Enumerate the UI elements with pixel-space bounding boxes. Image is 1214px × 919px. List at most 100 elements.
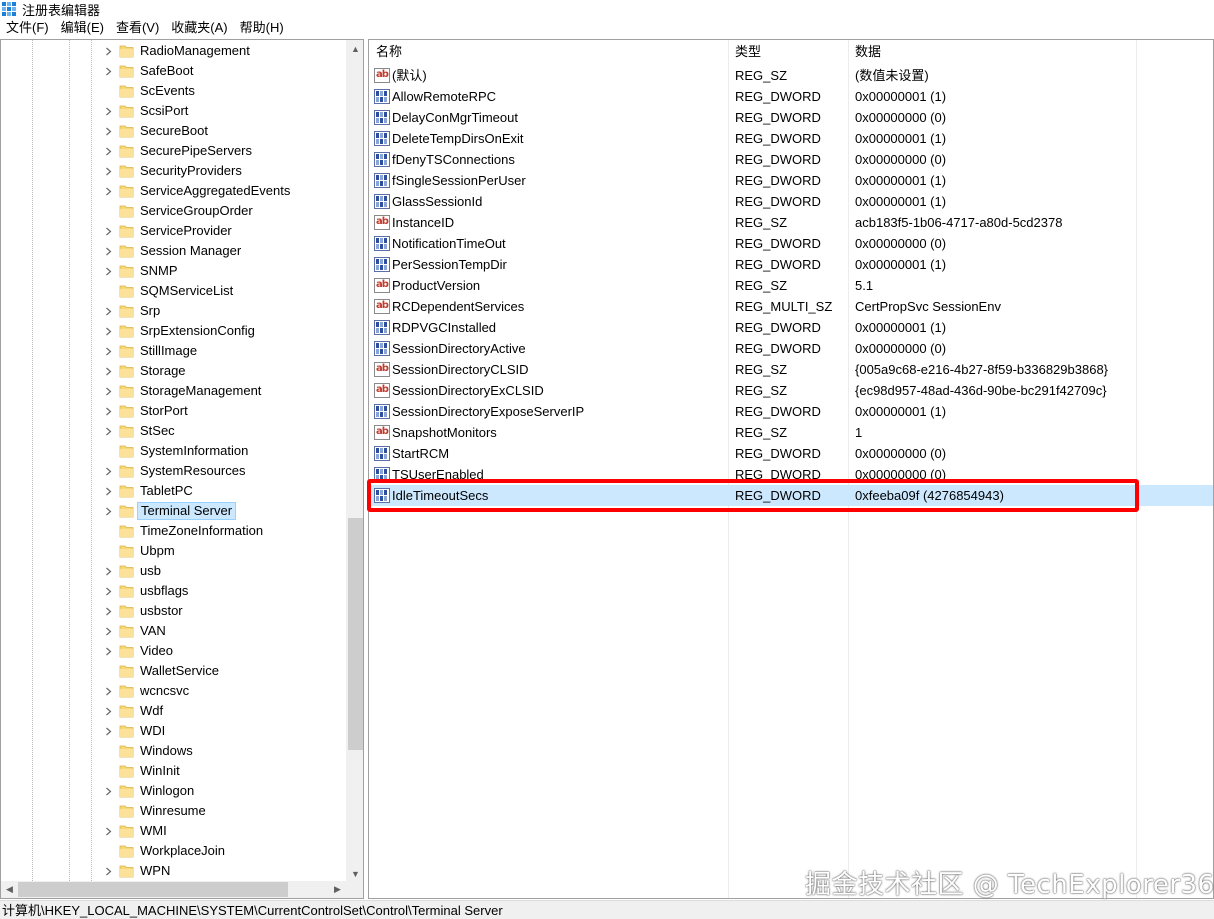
tree-item-label[interactable]: Windows <box>137 742 196 760</box>
chevron-right-icon[interactable] <box>103 861 113 881</box>
tree-item[interactable]: Windows <box>1 741 346 761</box>
tree-item-label[interactable]: VAN <box>137 622 169 640</box>
value-row[interactable]: GlassSessionId REG_DWORD 0x00000001 (1) <box>369 191 1213 212</box>
tree-item[interactable]: TimeZoneInformation <box>1 521 346 541</box>
tree-item[interactable]: SystemInformation <box>1 441 346 461</box>
tree-item-label[interactable]: SecureBoot <box>137 122 211 140</box>
tree-item[interactable]: ServiceAggregatedEvents <box>1 181 346 201</box>
tree-item-label[interactable]: ServiceGroupOrder <box>137 202 256 220</box>
tree-item[interactable]: SrpExtensionConfig <box>1 321 346 341</box>
tree-item-label[interactable]: usb <box>137 562 164 580</box>
tree-item-label[interactable]: WDI <box>137 722 168 740</box>
tree-item[interactable]: WPN <box>1 861 346 881</box>
tree-item[interactable]: wcncsvc <box>1 681 346 701</box>
tree-item[interactable]: SystemResources <box>1 461 346 481</box>
tree-item-label[interactable]: WMI <box>137 822 170 840</box>
tree-item[interactable]: StorageManagement <box>1 381 346 401</box>
tree-item-label[interactable]: WinInit <box>137 762 183 780</box>
scroll-right-arrow-icon[interactable]: ▶ <box>329 881 346 898</box>
scroll-left-arrow-icon[interactable]: ◀ <box>1 881 18 898</box>
tree-item[interactable]: SNMP <box>1 261 346 281</box>
chevron-right-icon[interactable] <box>103 641 113 661</box>
column-header-name[interactable]: 名称 <box>369 40 728 64</box>
value-row[interactable]: NotificationTimeOut REG_DWORD 0x00000000 (… <box>369 233 1213 254</box>
tree-item-label[interactable]: Video <box>137 642 176 660</box>
chevron-right-icon[interactable] <box>103 481 113 501</box>
value-row[interactable]: ab RCDependentServices REG_MULTI_SZ CertPro… <box>369 296 1213 317</box>
chevron-right-icon[interactable] <box>103 221 113 241</box>
chevron-right-icon[interactable] <box>103 561 113 581</box>
tree-item[interactable]: VAN <box>1 621 346 641</box>
value-row[interactable]: SessionDirectoryActive REG_DWORD 0x0000000… <box>369 338 1213 359</box>
tree-item[interactable]: StSec <box>1 421 346 441</box>
chevron-right-icon[interactable] <box>103 721 113 741</box>
tree-horizontal-scrollbar[interactable]: ◀ ▶ <box>1 881 346 898</box>
tree-item-label[interactable]: Winlogon <box>137 782 197 800</box>
tree-item-label[interactable]: ServiceAggregatedEvents <box>137 182 293 200</box>
tree-item[interactable]: Session Manager <box>1 241 346 261</box>
value-row[interactable]: ab SessionDirectoryCLSID REG_SZ {005a9c68-e… <box>369 359 1213 380</box>
value-row[interactable]: ab InstanceID REG_SZ acb183f5-1b06-4717-a80… <box>369 212 1213 233</box>
tree-item[interactable]: SafeBoot <box>1 61 346 81</box>
chevron-right-icon[interactable] <box>103 241 113 261</box>
chevron-right-icon[interactable] <box>103 121 113 141</box>
tree-item[interactable]: SecurityProviders <box>1 161 346 181</box>
tree-item[interactable]: SecureBoot <box>1 121 346 141</box>
tree-item[interactable]: usbstor <box>1 601 346 621</box>
tree-item-label[interactable]: StillImage <box>137 342 200 360</box>
value-row[interactable]: AllowRemoteRPC REG_DWORD 0x00000001 (1) <box>369 86 1213 107</box>
chevron-right-icon[interactable] <box>103 701 113 721</box>
chevron-right-icon[interactable] <box>103 601 113 621</box>
tree-item[interactable]: Storage <box>1 361 346 381</box>
tree-item[interactable]: Ubpm <box>1 541 346 561</box>
tree-item-label[interactable]: Storage <box>137 362 189 380</box>
tree-item-label[interactable]: Srp <box>137 302 163 320</box>
chevron-right-icon[interactable] <box>103 681 113 701</box>
value-row[interactable]: ab SessionDirectoryExCLSID REG_SZ {ec98d957… <box>369 380 1213 401</box>
menu-help[interactable]: 帮助(H) <box>234 18 290 38</box>
tree-item[interactable]: usb <box>1 561 346 581</box>
tree-item-label[interactable]: StorageManagement <box>137 382 264 400</box>
tree-item-label[interactable]: usbflags <box>137 582 191 600</box>
chevron-right-icon[interactable] <box>103 361 113 381</box>
value-row[interactable]: ab ProductVersion REG_SZ 5.1 <box>369 275 1213 296</box>
tree-item-label[interactable]: SQMServiceList <box>137 282 236 300</box>
tree-item-label[interactable]: wcncsvc <box>137 682 192 700</box>
tree-vertical-scroll-thumb[interactable] <box>348 518 363 750</box>
value-row[interactable]: ab (默认) REG_SZ (数值未设置) <box>369 65 1213 86</box>
tree-item[interactable]: Winresume <box>1 801 346 821</box>
tree-item-label[interactable]: WorkplaceJoin <box>137 842 228 860</box>
tree-item[interactable]: Srp <box>1 301 346 321</box>
chevron-right-icon[interactable] <box>103 781 113 801</box>
tree-item-label[interactable]: SystemInformation <box>137 442 251 460</box>
tree-item-label[interactable]: ScEvents <box>137 82 198 100</box>
value-row[interactable]: RDPVGCInstalled REG_DWORD 0x00000001 (1) <box>369 317 1213 338</box>
tree-item-label[interactable]: SecurityProviders <box>137 162 245 180</box>
tree-item-label[interactable]: ScsiPort <box>137 102 191 120</box>
tree-item[interactable]: WinInit <box>1 761 346 781</box>
tree-horizontal-scroll-thumb[interactable] <box>18 882 288 897</box>
chevron-right-icon[interactable] <box>103 41 113 61</box>
value-row[interactable]: DeleteTempDirsOnExit REG_DWORD 0x00000001 … <box>369 128 1213 149</box>
chevron-right-icon[interactable] <box>103 341 113 361</box>
chevron-right-icon[interactable] <box>103 101 113 121</box>
registry-key-tree[interactable]: RadioManagement SafeBoot ScEvents ScsiPort S… <box>0 39 364 899</box>
tree-item-label[interactable]: Wdf <box>137 702 166 720</box>
tree-item[interactable]: WalletService <box>1 661 346 681</box>
tree-item[interactable]: SecurePipeServers <box>1 141 346 161</box>
chevron-right-icon[interactable] <box>103 461 113 481</box>
menu-file[interactable]: 文件(F) <box>0 18 55 38</box>
tree-item[interactable]: RadioManagement <box>1 41 346 61</box>
chevron-right-icon[interactable] <box>103 61 113 81</box>
column-header-type[interactable]: 类型 <box>728 40 848 64</box>
tree-item-label[interactable]: TabletPC <box>137 482 196 500</box>
value-row[interactable]: TSUserEnabled REG_DWORD 0x00000000 (0) <box>369 464 1213 485</box>
tree-item[interactable]: WMI <box>1 821 346 841</box>
value-row[interactable]: DelayConMgrTimeout REG_DWORD 0x00000000 (0… <box>369 107 1213 128</box>
tree-item-label[interactable]: Session Manager <box>137 242 244 260</box>
tree-item-label[interactable]: SrpExtensionConfig <box>137 322 258 340</box>
value-row[interactable]: StartRCM REG_DWORD 0x00000000 (0) <box>369 443 1213 464</box>
tree-item-label[interactable]: StorPort <box>137 402 191 420</box>
tree-item-label[interactable]: SafeBoot <box>137 62 197 80</box>
column-header-data[interactable]: 数据 <box>848 40 1136 64</box>
